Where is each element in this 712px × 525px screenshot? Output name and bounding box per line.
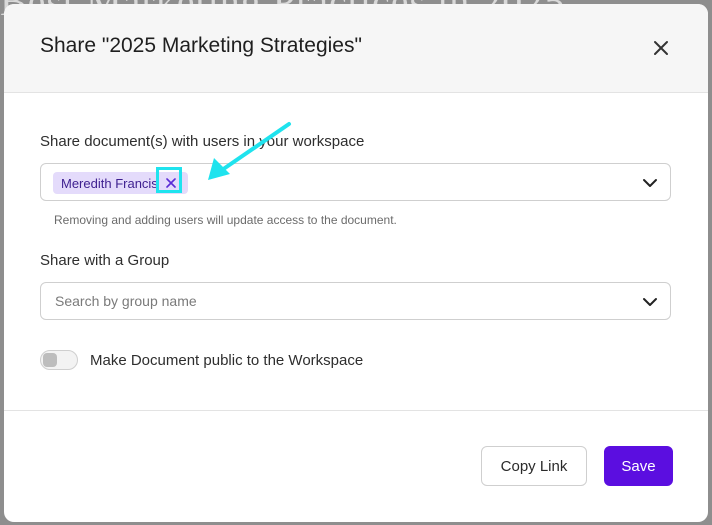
public-toggle[interactable]	[40, 350, 78, 370]
copy-link-button[interactable]: Copy Link	[481, 446, 587, 486]
toggle-knob	[43, 353, 57, 367]
dialog-title: Share "2025 Marketing Strategies"	[40, 34, 362, 57]
group-select[interactable]	[40, 282, 671, 320]
remove-user-button[interactable]	[160, 172, 182, 194]
user-chip-name: Meredith Francis	[61, 175, 158, 191]
user-chip-meredith-francis: Meredith Francis	[53, 172, 188, 194]
close-dialog-button[interactable]	[648, 35, 674, 61]
close-icon	[654, 41, 668, 55]
chevron-down-icon[interactable]	[642, 294, 658, 310]
chevron-down-icon[interactable]	[642, 175, 658, 191]
group-search-input[interactable]	[55, 293, 615, 309]
dialog-header: Share "2025 Marketing Strategies"	[4, 4, 708, 93]
share-dialog: Share "2025 Marketing Strategies" Share …	[4, 4, 708, 522]
save-button[interactable]: Save	[604, 446, 673, 486]
close-icon	[166, 178, 176, 188]
users-helper-text: Removing and adding users will update ac…	[54, 213, 397, 227]
group-field-label: Share with a Group	[40, 252, 170, 269]
users-field-label: Share document(s) with users in your wor…	[40, 133, 365, 150]
public-toggle-label: Make Document public to the Workspace	[90, 352, 364, 369]
footer-divider	[4, 410, 708, 411]
users-select[interactable]: Meredith Francis	[40, 163, 671, 201]
